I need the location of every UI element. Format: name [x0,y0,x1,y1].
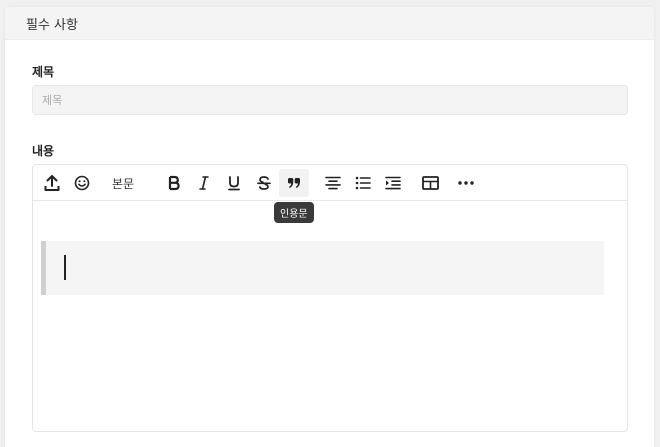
panel-header: 필수 사항 [5,7,654,40]
align-center-icon [325,176,341,190]
underline-button[interactable] [223,169,245,197]
more-button[interactable] [455,169,477,197]
align-center-button[interactable] [322,169,344,197]
emoji-button[interactable] [71,169,93,197]
italic-icon [199,176,209,190]
indent-button[interactable] [382,169,404,197]
blockquote-block[interactable] [41,241,604,295]
bullet-list-icon [355,176,371,190]
rich-text-editor: 본문 인용문 [32,164,628,432]
text-caret [64,255,66,280]
bold-button[interactable] [163,169,185,197]
indent-icon [385,176,401,190]
strikethrough-icon [257,176,271,190]
title-input[interactable] [32,85,628,115]
quote-icon [288,178,300,188]
italic-button[interactable] [193,169,215,197]
emoji-icon [74,175,90,191]
content-label: 내용 [32,144,55,158]
paragraph-style-select[interactable]: 본문 [103,169,143,197]
more-icon [458,181,474,185]
required-section-panel: 필수 사항 제목 내용 본문 [5,7,654,447]
panel-title: 필수 사항 [26,17,78,33]
upload-icon [44,175,60,191]
blockquote-tooltip: 인용문 [274,202,314,223]
table-button[interactable] [419,169,441,197]
strikethrough-button[interactable] [253,169,275,197]
table-icon [421,176,439,190]
bold-icon [168,175,180,191]
blockquote-button[interactable] [279,169,309,197]
title-label: 제목 [32,65,55,79]
upload-button[interactable] [41,169,63,197]
editor-toolbar: 본문 인용문 [33,165,627,223]
underline-icon [228,176,240,191]
bullet-list-button[interactable] [352,169,374,197]
